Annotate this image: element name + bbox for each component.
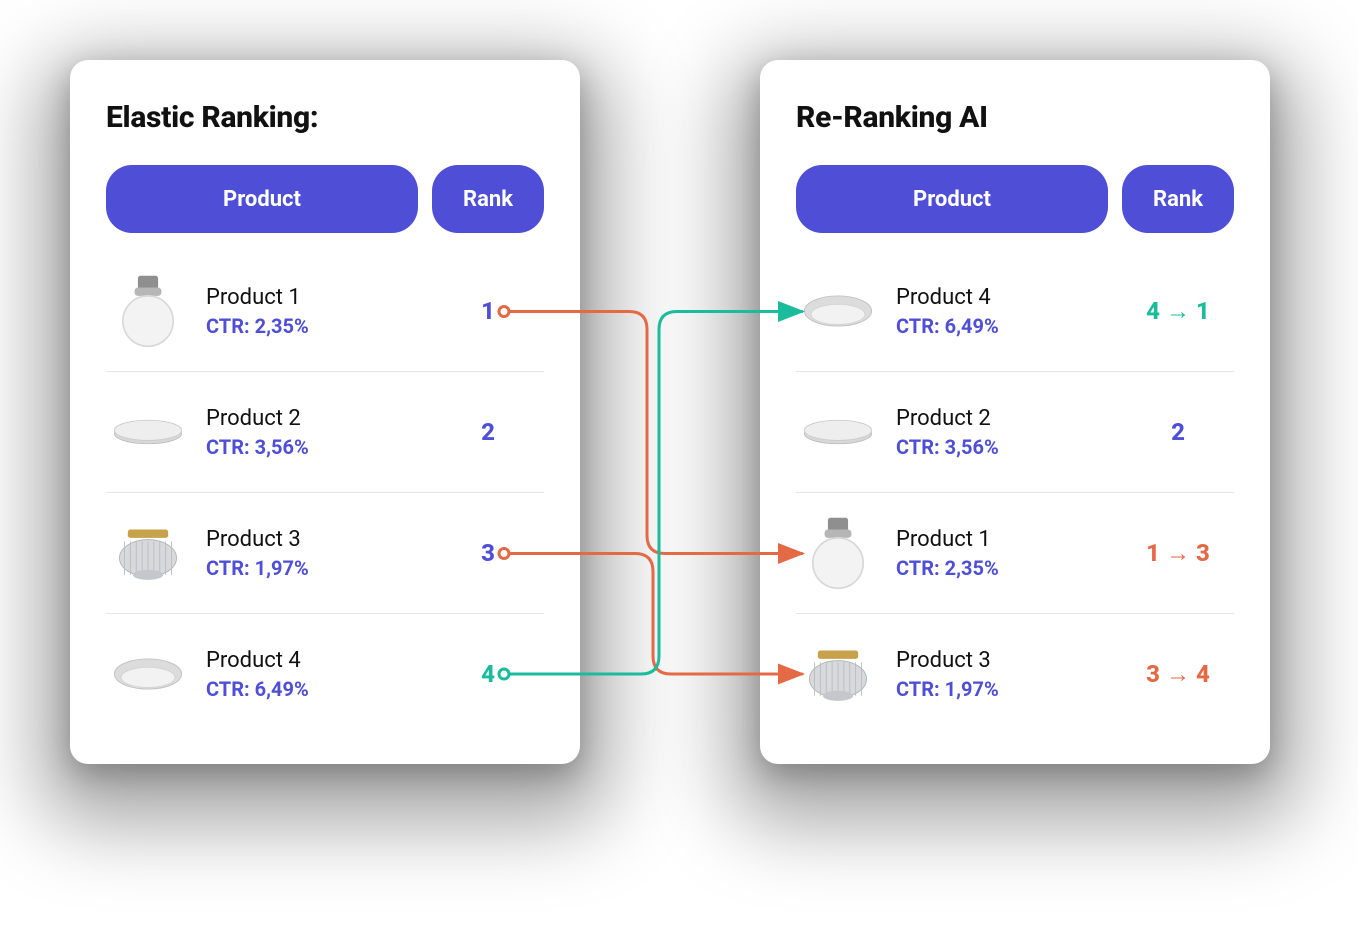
product-name: Product 3: [896, 648, 1122, 673]
product-info: Product 3 CTR: 1,97%: [206, 527, 432, 580]
elastic-ranking-panel: Elastic Ranking: Product Rank Product 1C…: [70, 60, 580, 764]
reranking-ai-title: Re-Ranking AI: [796, 100, 1234, 135]
table-row: Product 4 CTR: 6,49%4 → 1: [796, 251, 1234, 372]
product-info: Product 4 CTR: 6,49%: [206, 648, 432, 701]
product-ctr: CTR: 3,56%: [206, 435, 432, 459]
table-row: Product 1 CTR: 2,35%1: [106, 251, 544, 372]
rank-header: Rank: [1122, 165, 1234, 233]
table-row: Product 4 CTR: 6,49%4: [106, 614, 544, 734]
product-thumb: [106, 269, 190, 353]
reranking-ai-panel: Re-Ranking AI Product Rank Product 4 CTR:…: [760, 60, 1270, 764]
product-info: Product 4 CTR: 6,49%: [896, 285, 1122, 338]
table-row: Product 3 CTR: 1,97%3: [106, 493, 544, 614]
product-ctr: CTR: 1,97%: [206, 556, 432, 580]
rows-right: Product 4 CTR: 6,49%4 → 1 Product 2 CTR: 3,…: [796, 251, 1234, 734]
product-info: Product 1 CTR: 2,35%: [206, 285, 432, 338]
product-thumb: [796, 390, 880, 474]
product-ctr: CTR: 1,97%: [896, 677, 1122, 701]
rank-value: 2: [432, 418, 544, 446]
headers-right: Product Rank: [796, 165, 1234, 233]
headers-left: Product Rank: [106, 165, 544, 233]
product-thumb: [106, 390, 190, 474]
rank-value: 2: [1122, 418, 1234, 446]
table-row: Product 3 CTR: 1,97%3 → 4: [796, 614, 1234, 734]
rank-value: 4: [432, 660, 544, 688]
table-row: Product 2 CTR: 3,56%2: [796, 372, 1234, 493]
product-info: Product 1 CTR: 2,35%: [896, 527, 1122, 580]
rank-header: Rank: [432, 165, 544, 233]
product-thumb: [796, 511, 880, 595]
rank-value: 1 → 3: [1122, 539, 1234, 568]
product-ctr: CTR: 6,49%: [206, 677, 432, 701]
product-thumb: [106, 632, 190, 716]
product-name: Product 4: [206, 648, 432, 673]
product-name: Product 2: [206, 406, 432, 431]
product-ctr: CTR: 6,49%: [896, 314, 1122, 338]
product-info: Product 2 CTR: 3,56%: [206, 406, 432, 459]
table-row: Product 1 CTR: 2,35%1 → 3: [796, 493, 1234, 614]
product-header: Product: [106, 165, 418, 233]
rank-value: 3: [432, 539, 544, 567]
product-thumb: [796, 632, 880, 716]
product-ctr: CTR: 2,35%: [206, 314, 432, 338]
rank-value: 1: [432, 297, 544, 325]
product-ctr: CTR: 2,35%: [896, 556, 1122, 580]
product-name: Product 1: [896, 527, 1122, 552]
product-info: Product 2 CTR: 3,56%: [896, 406, 1122, 459]
product-info: Product 3 CTR: 1,97%: [896, 648, 1122, 701]
product-name: Product 1: [206, 285, 432, 310]
product-header: Product: [796, 165, 1108, 233]
product-name: Product 2: [896, 406, 1122, 431]
product-thumb: [796, 269, 880, 353]
product-thumb: [106, 511, 190, 595]
elastic-ranking-title: Elastic Ranking:: [106, 100, 544, 135]
product-name: Product 4: [896, 285, 1122, 310]
table-row: Product 2 CTR: 3,56%2: [106, 372, 544, 493]
product-ctr: CTR: 3,56%: [896, 435, 1122, 459]
rank-value: 4 → 1: [1122, 297, 1234, 326]
product-name: Product 3: [206, 527, 432, 552]
rows-left: Product 1 CTR: 2,35%1 Product 2 CTR: 3,56%2…: [106, 251, 544, 734]
rank-value: 3 → 4: [1122, 660, 1234, 689]
